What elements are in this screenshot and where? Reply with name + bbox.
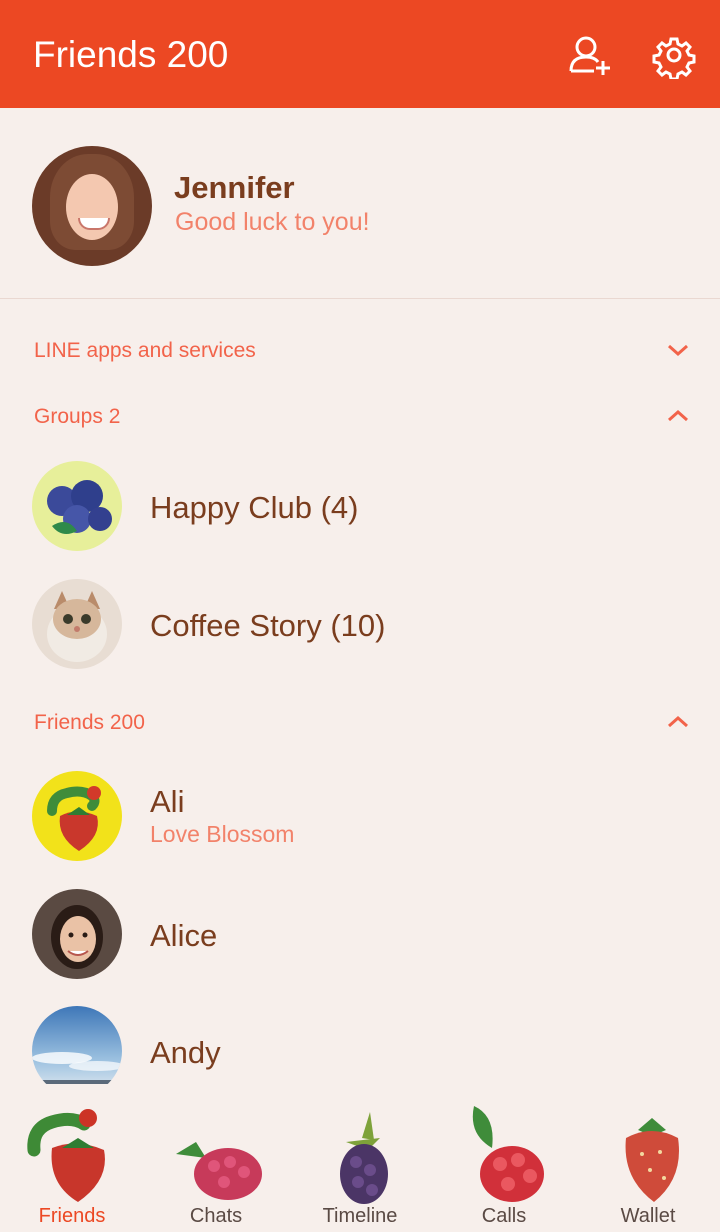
section-label: Friends 200 [34, 711, 145, 734]
my-profile[interactable]: Jennifer Good luck to you! [0, 108, 720, 299]
page-title: Friends 200 [33, 34, 229, 75]
caterpillar-strawberry-icon [27, 1109, 105, 1202]
bottom-tab-bar: Friends Chats Timeline Calls Wallet [0, 1084, 720, 1232]
tab-friends[interactable]: Friends [0, 1084, 144, 1232]
group-name: Coffee Story (10) [150, 608, 386, 643]
group-row-happy-club[interactable]: Happy Club (4) [0, 451, 720, 561]
friend-row-ali[interactable]: Ali Love Blossom [0, 761, 720, 871]
avatar [32, 146, 152, 266]
friend-row-alice[interactable]: Alice [0, 879, 720, 989]
tab-wallet[interactable]: Wallet [576, 1084, 720, 1232]
tab-label: Chats [189, 1205, 243, 1227]
chevron-up-icon [668, 409, 688, 422]
add-friend-icon [569, 36, 610, 75]
top-bar: Friends 200 [0, 0, 720, 108]
friend-row-andy[interactable]: Andy [0, 996, 720, 1084]
gear-icon [652, 37, 696, 81]
blackberry-icon [340, 1112, 388, 1204]
tab-label: Calls [481, 1205, 527, 1227]
group-avatar-cat-icon [32, 579, 122, 669]
section-groups[interactable]: Groups 2 [0, 396, 720, 436]
section-friends[interactable]: Friends 200 [0, 702, 720, 742]
tab-calls[interactable]: Calls [432, 1084, 576, 1232]
group-avatar-blueberries-icon [32, 461, 122, 551]
friend-name: Ali [150, 784, 185, 819]
strawberry-icon [625, 1118, 679, 1202]
friend-name: Andy [150, 1035, 221, 1070]
raspberry-leaf-icon [472, 1106, 544, 1202]
section-label: Groups 2 [34, 405, 121, 428]
settings-button[interactable] [650, 31, 698, 81]
section-label: LINE apps and services [34, 339, 256, 362]
friend-avatar-sky-icon [32, 1006, 122, 1084]
tab-chats[interactable]: Chats [144, 1084, 288, 1232]
friend-avatar-photo-icon [32, 889, 122, 979]
tab-label: Wallet [620, 1205, 676, 1227]
friend-avatar-caterpillar-icon [32, 771, 122, 861]
section-line-apps[interactable]: LINE apps and services [0, 330, 720, 370]
tab-timeline[interactable]: Timeline [288, 1084, 432, 1232]
tab-label: Timeline [322, 1205, 398, 1227]
raspberry-icon [176, 1142, 262, 1200]
add-friend-button[interactable] [566, 31, 614, 79]
chevron-down-icon [668, 344, 688, 357]
tab-label: Friends [38, 1205, 106, 1227]
chevron-up-icon [668, 715, 688, 728]
group-name: Happy Club (4) [150, 490, 359, 525]
friend-name: Alice [150, 918, 218, 953]
friend-status: Love Blossom [150, 821, 295, 847]
profile-status: Good luck to you! [175, 208, 370, 236]
profile-name: Jennifer [174, 170, 295, 205]
group-row-coffee-story[interactable]: Coffee Story (10) [0, 569, 720, 679]
